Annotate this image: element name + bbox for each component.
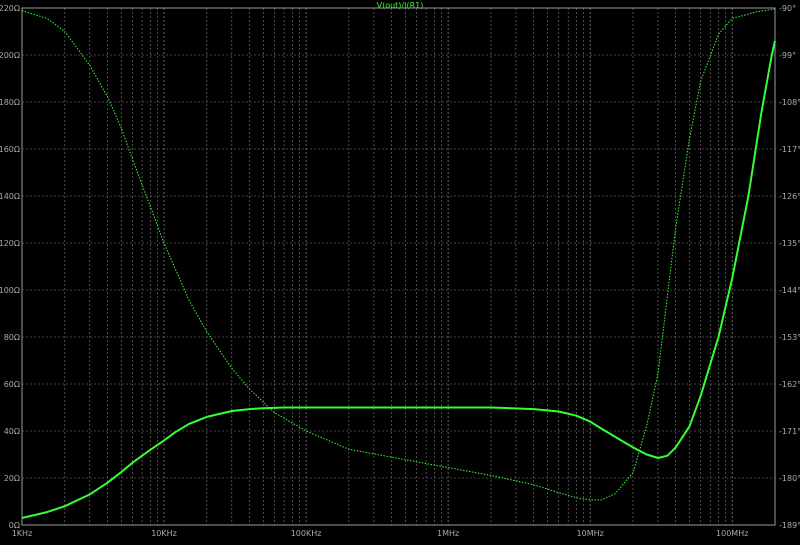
y-right-tick-label: -189° (779, 521, 800, 530)
y-right-tick-label: -126° (779, 192, 800, 201)
y-right-tick-label: -99° (779, 51, 796, 60)
y-left-tick-label: 100Ω (0, 286, 20, 295)
y-right-tick-label: -117° (779, 145, 800, 154)
y-right-tick-label: -90° (779, 4, 796, 13)
y-left-tick-label: 220Ω (0, 4, 20, 13)
y-left-tick-label: 140Ω (0, 192, 20, 201)
y-left-tick-label: 180Ω (0, 98, 20, 107)
y-right-tick-label: -180° (779, 474, 800, 483)
x-tick-label: 10MHz (577, 529, 604, 538)
y-right-tick-label: -153° (779, 333, 800, 342)
x-tick-label: 10KHz (151, 529, 177, 538)
y-right-tick-label: -144° (779, 286, 800, 295)
x-tick-label: 1MHz (437, 529, 459, 538)
y-left-tick-label: 200Ω (0, 51, 20, 60)
y-left-tick-label: 40Ω (4, 427, 20, 436)
chart-title[interactable]: V(out)/I(R1) (377, 1, 424, 10)
x-tick-label: 100MHz (716, 529, 748, 538)
y-right-tick-label: -162° (779, 380, 800, 389)
y-left-tick-label: 160Ω (0, 145, 20, 154)
y-left-tick-label: 120Ω (0, 239, 20, 248)
y-right-tick-label: -135° (779, 239, 800, 248)
y-left-tick-label: 0Ω (9, 521, 20, 530)
bode-chart: 1KHz 10KHz 100KHz 1MHz 10MHz 100MHz 0Ω 20Ω 40Ω 60… (0, 0, 800, 541)
y-left-tick-label: 20Ω (4, 474, 20, 483)
bode-plot: 1KHz 10KHz 100KHz 1MHz 10MHz 100MHz 0Ω 20Ω 40Ω 60… (0, 0, 800, 541)
y-left-tick-label: 60Ω (4, 380, 20, 389)
y-right-tick-label: -108° (779, 98, 800, 107)
y-left-tick-label: 80Ω (4, 333, 20, 342)
x-tick-label: 1KHz (12, 529, 33, 538)
y-right-tick-label: -171° (779, 427, 800, 436)
x-tick-label: 100KHz (291, 529, 322, 538)
chart-background (0, 0, 800, 541)
